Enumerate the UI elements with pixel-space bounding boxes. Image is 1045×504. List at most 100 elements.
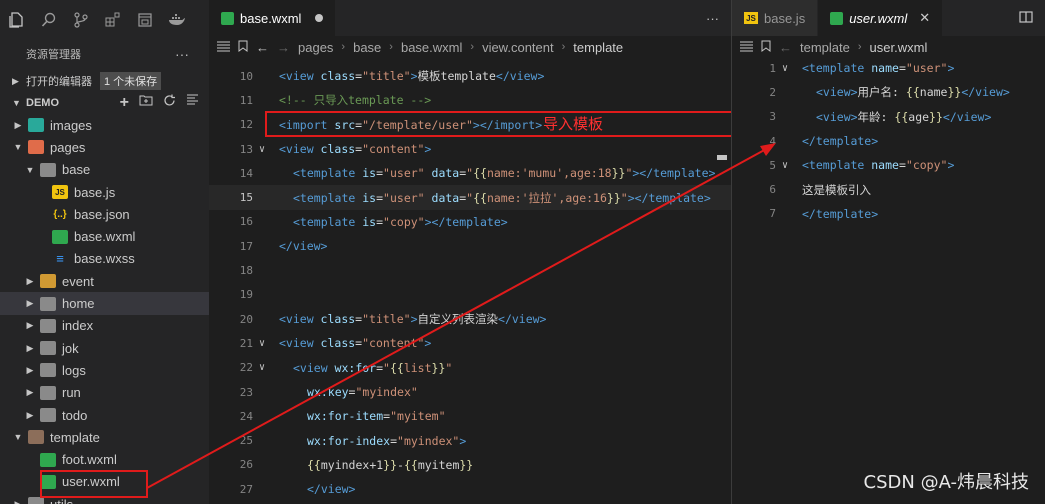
- new-file-icon[interactable]: +: [120, 94, 129, 112]
- code-line[interactable]: 27 </view>: [209, 477, 731, 501]
- code-line[interactable]: 13 ∨ <view class="content">: [209, 137, 731, 161]
- code-line[interactable]: 25 wx:for-index="myindex">: [209, 428, 731, 452]
- tree-item-base[interactable]: ▼ base: [0, 159, 209, 181]
- tree-item-run[interactable]: ▶ run: [0, 382, 209, 404]
- breadcrumb-item[interactable]: base: [353, 40, 381, 55]
- code-line[interactable]: 24 wx:for-item="myitem": [209, 404, 731, 428]
- code-line[interactable]: 21 ∨ <view class="content">: [209, 331, 731, 355]
- tree-item-pages[interactable]: ▼ pages: [0, 136, 209, 158]
- fold-chevron-icon[interactable]: ∨: [253, 338, 271, 349]
- tree-item-user-wxml[interactable]: user.wxml: [0, 471, 209, 493]
- code-line[interactable]: 23 wx:key="myindex": [209, 380, 731, 404]
- breadcrumb-item[interactable]: view.content: [482, 40, 554, 55]
- code-line[interactable]: 16 <template is="copy"></template>: [209, 210, 731, 234]
- chevron-right-icon: ›: [470, 41, 475, 53]
- js-file-icon: JS: [744, 12, 758, 24]
- workspace-section[interactable]: ▼ DEMO +: [0, 92, 209, 114]
- fold-chevron-icon[interactable]: ∨: [776, 63, 794, 74]
- code-token: myindex+1: [320, 457, 384, 472]
- breadcrumb-item[interactable]: user.wxml: [870, 40, 928, 55]
- extensions-icon[interactable]: [104, 11, 122, 29]
- code-token: wx:for-item: [307, 409, 384, 424]
- tree-item-todo[interactable]: ▶ todo: [0, 404, 209, 426]
- code-line[interactable]: 10 <view class="title">模板template</view>: [209, 64, 731, 88]
- explorer-more-icon[interactable]: ···: [175, 46, 189, 62]
- toggle-list-icon[interactable]: [740, 40, 753, 55]
- tree-item-jok[interactable]: ▶ jok: [0, 337, 209, 359]
- breadcrumb-item[interactable]: template: [573, 40, 623, 55]
- breadcrumb-item[interactable]: template: [800, 40, 850, 55]
- js-file-icon: JS: [52, 185, 68, 200]
- bookmark-icon[interactable]: [238, 40, 248, 55]
- code-token: <view>: [816, 85, 858, 100]
- tree-item-base-json[interactable]: {..} base.json: [0, 203, 209, 225]
- code-line[interactable]: 19: [209, 283, 731, 307]
- code-line[interactable]: 11 <!-- 只导入template -->: [209, 88, 731, 112]
- code-line[interactable]: 5 ∨ <template name="copy">: [732, 153, 1045, 177]
- code-token: data: [431, 166, 460, 181]
- tree-item-label: todo: [62, 407, 88, 423]
- bookmark-icon[interactable]: [761, 40, 771, 55]
- search-icon[interactable]: [40, 11, 58, 29]
- tab-user-wxml[interactable]: user.wxml ✕: [818, 0, 944, 36]
- code-line[interactable]: 20 <view class="title">自定义列表渲染</view>: [209, 307, 731, 331]
- code-line[interactable]: 4 </template>: [732, 129, 1045, 153]
- back-arrow-icon[interactable]: ←: [256, 40, 269, 55]
- tree-item-index[interactable]: ▶ index: [0, 315, 209, 337]
- chevron-down-icon: ▼: [12, 98, 21, 108]
- close-icon[interactable]: ✕: [919, 10, 930, 26]
- tab-base-js[interactable]: JS base.js: [732, 0, 819, 36]
- collapse-all-icon[interactable]: [186, 94, 199, 112]
- refresh-icon[interactable]: [163, 94, 176, 112]
- fold-chevron-icon[interactable]: ∨: [253, 362, 271, 373]
- code-line[interactable]: 2 <view>用户名: {{name}}</view>: [732, 80, 1045, 104]
- split-editor-icon[interactable]: [1019, 10, 1033, 26]
- code-line[interactable]: 26 {{myindex+1}}-{{myitem}}: [209, 453, 731, 477]
- breadcrumb-item[interactable]: base.wxml: [401, 40, 462, 55]
- line-number: 3: [769, 110, 776, 124]
- code-line[interactable]: 7 </template>: [732, 202, 1045, 226]
- line-number: 25: [239, 434, 253, 448]
- tree-item-images[interactable]: ▶ images: [0, 114, 209, 136]
- code-token: <template: [802, 61, 872, 76]
- forward-arrow-icon[interactable]: →: [277, 40, 290, 55]
- tree-item-event[interactable]: ▶ event: [0, 270, 209, 292]
- code-token: }}: [947, 85, 962, 100]
- unsaved-dot-icon[interactable]: [315, 14, 324, 22]
- code-line[interactable]: 6 这是模板引入: [732, 177, 1045, 201]
- code-text: </template>: [794, 207, 878, 221]
- fold-chevron-icon[interactable]: ∨: [253, 144, 271, 155]
- code-line[interactable]: 3 <view>年龄: {{age}}</view>: [732, 105, 1045, 129]
- files-icon[interactable]: [8, 11, 26, 29]
- code-token: <view>: [816, 109, 858, 124]
- open-editors-section[interactable]: ▶ 打开的编辑器 1 个未保存: [0, 70, 209, 92]
- code-token: name: [871, 158, 899, 173]
- breadcrumb-item[interactable]: pages: [298, 40, 333, 55]
- remote-icon[interactable]: [136, 11, 154, 29]
- tab-bar-right: JS base.js user.wxml ✕: [732, 0, 1045, 36]
- tree-item-logs[interactable]: ▶ logs: [0, 359, 209, 381]
- tree-item-base-wxml[interactable]: base.wxml: [0, 225, 209, 247]
- tab-base-wxml[interactable]: base.wxml: [209, 0, 337, 36]
- docker-icon[interactable]: [168, 11, 186, 29]
- tree-item-home[interactable]: ▶ home: [0, 292, 209, 315]
- code-editor-right[interactable]: 1 ∨ <template name="user"> 2 <view>用户名: {{na…: [732, 56, 1045, 504]
- chevron-right-icon: ▶: [26, 275, 34, 286]
- tree-item-base-js[interactable]: JS base.js: [0, 181, 209, 203]
- tree-item-base-wxss[interactable]: ≡ base.wxss: [0, 248, 209, 270]
- source-control-icon[interactable]: [72, 11, 90, 29]
- fold-chevron-icon[interactable]: ∨: [776, 160, 794, 171]
- back-arrow-icon[interactable]: ←: [779, 40, 792, 55]
- tree-item-utils[interactable]: ▶ utils: [0, 493, 209, 504]
- toggle-list-icon[interactable]: [217, 40, 230, 55]
- tree-item-template[interactable]: ▼ template: [0, 426, 209, 448]
- more-actions-icon[interactable]: ···: [706, 11, 719, 26]
- code-line[interactable]: 22 ∨ <view wx:for="{{list}}": [209, 356, 731, 380]
- code-line[interactable]: 17 </view>: [209, 234, 731, 258]
- code-line[interactable]: 1 ∨ <template name="user">: [732, 56, 1045, 80]
- code-line[interactable]: 18: [209, 258, 731, 282]
- tree-item-foot-wxml[interactable]: foot.wxml: [0, 448, 209, 470]
- code-line[interactable]: 15 <template is="user" data="{{name:'拉拉',…: [209, 185, 731, 210]
- code-line[interactable]: 14 <template is="user" data="{{name:'mumu…: [209, 161, 731, 185]
- new-folder-icon[interactable]: [139, 94, 153, 112]
